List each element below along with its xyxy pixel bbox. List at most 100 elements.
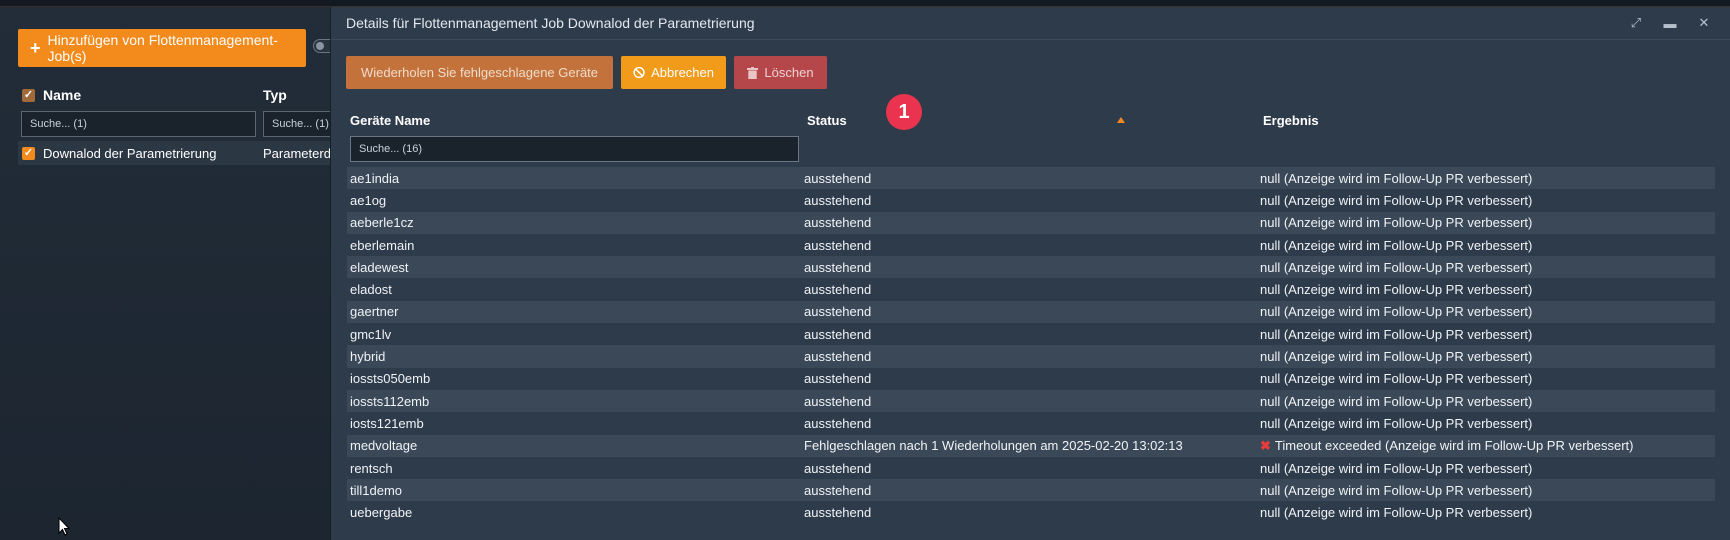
device-table: ae1india ausstehend null (Anzeige wird im …: [347, 167, 1715, 524]
job-type: Parameterd: [263, 145, 331, 161]
select-all-checkbox[interactable]: ✓: [22, 88, 35, 102]
result-text: null (Anzeige wird im Follow-Up PR verbe…: [1260, 259, 1533, 275]
table-row[interactable]: eladost ausstehend null (Anzeige wird im F…: [347, 278, 1715, 301]
row-checkbox[interactable]: ✓: [22, 146, 35, 160]
add-fleet-job-button[interactable]: + Hinzufügen von Flottenmanagement-Job(s…: [18, 29, 306, 67]
plus-icon: +: [30, 38, 41, 58]
device-name-cell: gmc1lv: [350, 326, 392, 342]
result-text: null (Anzeige wird im Follow-Up PR verbe…: [1260, 349, 1533, 365]
mouse-cursor-icon: [58, 517, 70, 536]
job-list-row[interactable]: ✓ Downalod der Parametrierung Parameterd: [18, 141, 331, 165]
result-cell: null (Anzeige wird im Follow-Up PR verbe…: [1260, 371, 1532, 386]
action-toolbar: Wiederholen Sie fehlgeschlagene Geräte A…: [346, 56, 827, 89]
result-text: null (Anzeige wird im Follow-Up PR verbe…: [1260, 482, 1533, 498]
status-cell: ausstehend: [804, 371, 872, 387]
result-cell: null (Anzeige wird im Follow-Up PR verbe…: [1260, 171, 1532, 186]
table-row[interactable]: rentsch ausstehend null (Anzeige wird im F…: [347, 456, 1715, 480]
cancel-label: Abbrechen: [651, 65, 714, 80]
device-name-cell: till1demo: [350, 482, 403, 498]
status-cell: Fehlgeschlagen nach 1 Wiederholungen am …: [804, 438, 1183, 454]
table-row[interactable]: eberlemain ausstehend null (Anzeige wird i…: [347, 233, 1715, 257]
status-cell: ausstehend: [804, 505, 872, 521]
result-text: null (Anzeige wird im Follow-Up PR verbe…: [1260, 170, 1533, 186]
result-text: Timeout exceeded (Anzeige wird im Follow…: [1274, 438, 1634, 454]
maximize-icon[interactable]: ▬: [1662, 15, 1678, 31]
delete-label: Löschen: [764, 65, 814, 80]
column-header-status[interactable]: Status: [807, 113, 847, 128]
device-name-cell: rentsch: [350, 460, 393, 476]
result-cell: null (Anzeige wird im Follow-Up PR verbe…: [1260, 238, 1532, 253]
result-cell: null (Anzeige wird im Follow-Up PR verbe…: [1260, 282, 1532, 297]
table-row[interactable]: iosts121emb ausstehend null (Anzeige wird …: [347, 412, 1715, 435]
result-cell: null (Anzeige wird im Follow-Up PR verbe…: [1260, 394, 1532, 409]
device-name-cell: hybrid: [350, 349, 386, 365]
status-cell: ausstehend: [804, 237, 872, 253]
result-cell: null (Anzeige wird im Follow-Up PR verbe…: [1260, 505, 1532, 520]
column-header-typ[interactable]: Typ: [263, 87, 287, 103]
device-name-cell: iossts112emb: [350, 393, 430, 409]
result-cell: null (Anzeige wird im Follow-Up PR verbe…: [1260, 461, 1532, 476]
delete-button[interactable]: Löschen: [734, 56, 827, 89]
status-cell: ausstehend: [804, 259, 872, 275]
device-name-cell: medvoltage: [350, 438, 418, 454]
error-x-icon: ✖: [1260, 437, 1271, 453]
left-panel: + Hinzufügen von Flottenmanagement-Job(s…: [0, 7, 343, 540]
table-row[interactable]: aeberle1cz ausstehend null (Anzeige wird i…: [347, 211, 1715, 234]
table-row[interactable]: ae1india ausstehend null (Anzeige wird im …: [347, 167, 1715, 190]
device-name-cell: ae1og: [350, 192, 387, 208]
result-text: null (Anzeige wird im Follow-Up PR verbe…: [1260, 215, 1533, 231]
status-cell: ausstehend: [804, 192, 872, 208]
result-text: null (Anzeige wird im Follow-Up PR verbe…: [1260, 393, 1533, 409]
table-row[interactable]: iossts050emb ausstehend null (Anzeige wird…: [347, 367, 1715, 390]
result-text: null (Anzeige wird im Follow-Up PR verbe…: [1260, 371, 1533, 387]
column-header-device-name[interactable]: Geräte Name: [350, 113, 430, 128]
device-name-cell: gaertner: [350, 304, 399, 320]
device-search-input[interactable]: Suche... (16): [350, 136, 799, 162]
top-border: [0, 0, 1730, 7]
result-cell: null (Anzeige wird im Follow-Up PR verbe…: [1260, 327, 1532, 342]
modal-title: Details für Flottenmanagement Job Downal…: [346, 15, 755, 31]
table-row[interactable]: till1demo ausstehend null (Anzeige wird im…: [347, 479, 1715, 502]
device-name-cell: eladewest: [350, 259, 409, 275]
table-row[interactable]: gmc1lv ausstehend null (Anzeige wird im Fo…: [347, 323, 1715, 346]
table-row[interactable]: eladewest ausstehend null (Anzeige wird im…: [347, 256, 1715, 279]
device-name-cell: ae1india: [350, 170, 400, 186]
result-text: null (Anzeige wird im Follow-Up PR verbe…: [1260, 415, 1533, 431]
cancel-button[interactable]: Abbrechen: [621, 56, 726, 89]
expand-icon[interactable]: ⤢: [1628, 15, 1644, 31]
table-row[interactable]: medvoltage Fehlgeschlagen nach 1 Wiederho…: [347, 434, 1715, 457]
device-name-cell: aeberle1cz: [350, 215, 414, 231]
status-cell: ausstehend: [804, 415, 872, 431]
name-search-input[interactable]: Suche... (1): [21, 111, 256, 137]
result-cell: null (Anzeige wird im Follow-Up PR verbe…: [1260, 304, 1532, 319]
table-row[interactable]: iossts112emb ausstehend null (Anzeige wird…: [347, 389, 1715, 413]
result-text: null (Anzeige wird im Follow-Up PR verbe…: [1260, 192, 1533, 208]
device-name-cell: eladost: [350, 282, 392, 298]
result-text: null (Anzeige wird im Follow-Up PR verbe…: [1260, 237, 1533, 253]
status-cell: ausstehend: [804, 304, 872, 320]
sort-ascending-icon[interactable]: [1117, 117, 1125, 123]
status-cell: ausstehend: [804, 282, 872, 298]
table-row[interactable]: ae1og ausstehend null (Anzeige wird im Fol…: [347, 189, 1715, 212]
table-row[interactable]: uebergabe ausstehend null (Anzeige wird im…: [347, 501, 1715, 524]
status-cell: ausstehend: [804, 349, 872, 365]
column-header-name-label: Name: [43, 87, 82, 103]
column-header-result[interactable]: Ergebnis: [1263, 113, 1319, 128]
result-cell: null (Anzeige wird im Follow-Up PR verbe…: [1260, 349, 1532, 364]
status-cell: ausstehend: [804, 460, 872, 476]
result-cell: null (Anzeige wird im Follow-Up PR verbe…: [1260, 416, 1532, 431]
device-name-cell: iosts121emb: [350, 415, 424, 431]
status-cell: ausstehend: [804, 170, 872, 186]
result-text: null (Anzeige wird im Follow-Up PR verbe…: [1260, 460, 1533, 476]
table-row[interactable]: hybrid ausstehend null (Anzeige wird im Fo…: [347, 345, 1715, 368]
table-row[interactable]: gaertner ausstehend null (Anzeige wird im …: [347, 300, 1715, 324]
retry-failed-devices-button[interactable]: Wiederholen Sie fehlgeschlagene Geräte: [346, 56, 613, 89]
step-badge: 1: [886, 94, 922, 130]
trash-icon: [747, 66, 759, 79]
result-cell: null (Anzeige wird im Follow-Up PR verbe…: [1260, 260, 1532, 275]
job-details-modal: Details für Flottenmanagement Job Downal…: [330, 7, 1730, 540]
status-cell: ausstehend: [804, 482, 872, 498]
column-header-name[interactable]: ✓ Name: [22, 87, 81, 103]
close-icon[interactable]: ✕: [1696, 15, 1712, 31]
result-cell: ✖ Timeout exceeded (Anzeige wird im Follo…: [1260, 438, 1634, 454]
